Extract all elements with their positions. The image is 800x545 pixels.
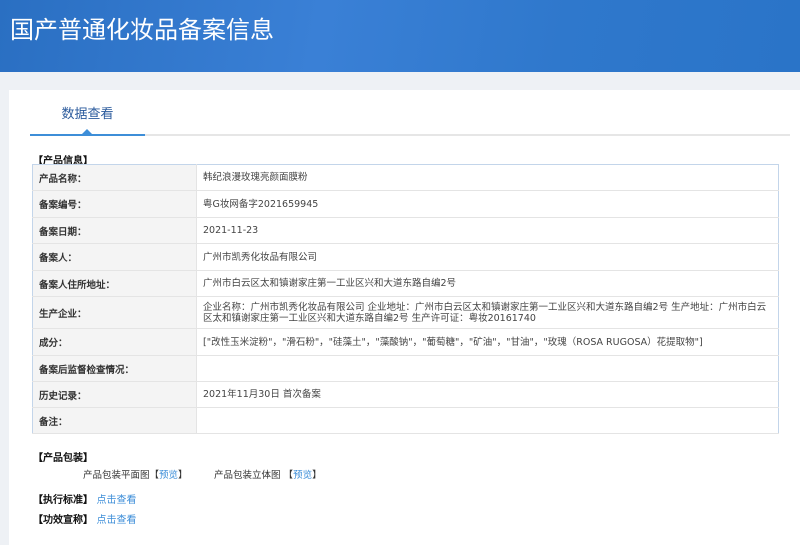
table-row: 生产企业： 企业名称：广州市凯秀化妆品有限公司 企业地址：广州市白云区太和镇谢家庄… — [32, 296, 779, 329]
row-value — [196, 407, 779, 434]
row-label: 产品名称： — [32, 164, 197, 191]
row-value: 韩纪浪漫玫瑰亮颜面膜粉 — [196, 164, 779, 191]
section-standard: 【执行标准】 点击查看 — [33, 495, 137, 506]
packaging-flat: 产品包装平面图【预览】 — [83, 470, 188, 481]
row-label: 备案日期： — [32, 217, 197, 244]
section-efficacy: 【功效宣称】 点击查看 — [33, 515, 137, 526]
page-title: 国产普通化妆品备案信息 — [10, 16, 274, 44]
tab-data-view[interactable]: 数据查看 — [30, 90, 145, 136]
row-value — [196, 355, 779, 382]
row-label: 历史记录： — [32, 381, 197, 408]
tab-bar: 数据查看 — [30, 90, 790, 136]
table-row: 成分： ["改性玉米淀粉"，"滑石粉"，"硅藻土"，"藻酸钠"，"葡萄糖"，"矿油… — [32, 328, 779, 356]
row-value: 广州市白云区太和镇谢家庄第一工业区兴和大道东路自编2号 — [196, 270, 779, 297]
efficacy-view-link[interactable]: 点击查看 — [96, 515, 136, 526]
row-value: ["改性玉米淀粉"，"滑石粉"，"硅藻土"，"藻酸钠"，"葡萄糖"，"矿油"，"… — [196, 328, 779, 356]
table-row: 备案人住所地址： 广州市白云区太和镇谢家庄第一工业区兴和大道东路自编2号 — [32, 270, 779, 297]
table-row: 备案人： 广州市凯秀化妆品有限公司 — [32, 243, 779, 271]
row-value: 粤G妆网备字2021659945 — [196, 190, 779, 218]
standard-view-link[interactable]: 点击查看 — [96, 495, 136, 506]
table-row: 备案编号： 粤G妆网备字2021659945 — [32, 190, 779, 218]
row-label: 备案编号： — [32, 190, 197, 218]
table-row: 备案日期： 2021-11-23 — [32, 217, 779, 244]
table-row: 备案后监督检查情况： — [32, 355, 779, 382]
row-label: 成分： — [32, 328, 197, 356]
row-value: 企业名称：广州市凯秀化妆品有限公司 企业地址：广州市白云区太和镇谢家庄第一工业区… — [196, 296, 779, 329]
row-value: 广州市凯秀化妆品有限公司 — [196, 243, 779, 271]
table-row: 产品名称： 韩纪浪漫玫瑰亮颜面膜粉 — [32, 164, 779, 191]
row-label: 备注： — [32, 407, 197, 434]
table-row: 备注： — [32, 407, 779, 434]
row-label: 备案人： — [32, 243, 197, 271]
page-header: 国产普通化妆品备案信息 — [0, 0, 800, 72]
table-row: 历史记录： 2021年11月30日 首次备案 — [32, 381, 779, 408]
row-value: 2021年11月30日 首次备案 — [196, 381, 779, 408]
row-label: 备案后监督检查情况： — [32, 355, 197, 382]
content-panel: 数据查看 【产品信息】 产品名称： 韩纪浪漫玫瑰亮颜面膜粉 备案编号： 粤G妆网备字2… — [9, 90, 800, 545]
preview-solid-link[interactable]: 预览 — [293, 470, 312, 481]
section-packaging: 【产品包装】 — [33, 453, 93, 464]
row-value: 2021-11-23 — [196, 217, 779, 244]
preview-flat-link[interactable]: 预览 — [159, 470, 178, 481]
packaging-solid: 产品包装立体图 【预览】 — [214, 470, 322, 481]
row-label: 备案人住所地址： — [32, 270, 197, 297]
row-label: 生产企业： — [32, 296, 197, 329]
product-info-table: 产品名称： 韩纪浪漫玫瑰亮颜面膜粉 备案编号： 粤G妆网备字2021659945 备案日… — [32, 164, 779, 434]
